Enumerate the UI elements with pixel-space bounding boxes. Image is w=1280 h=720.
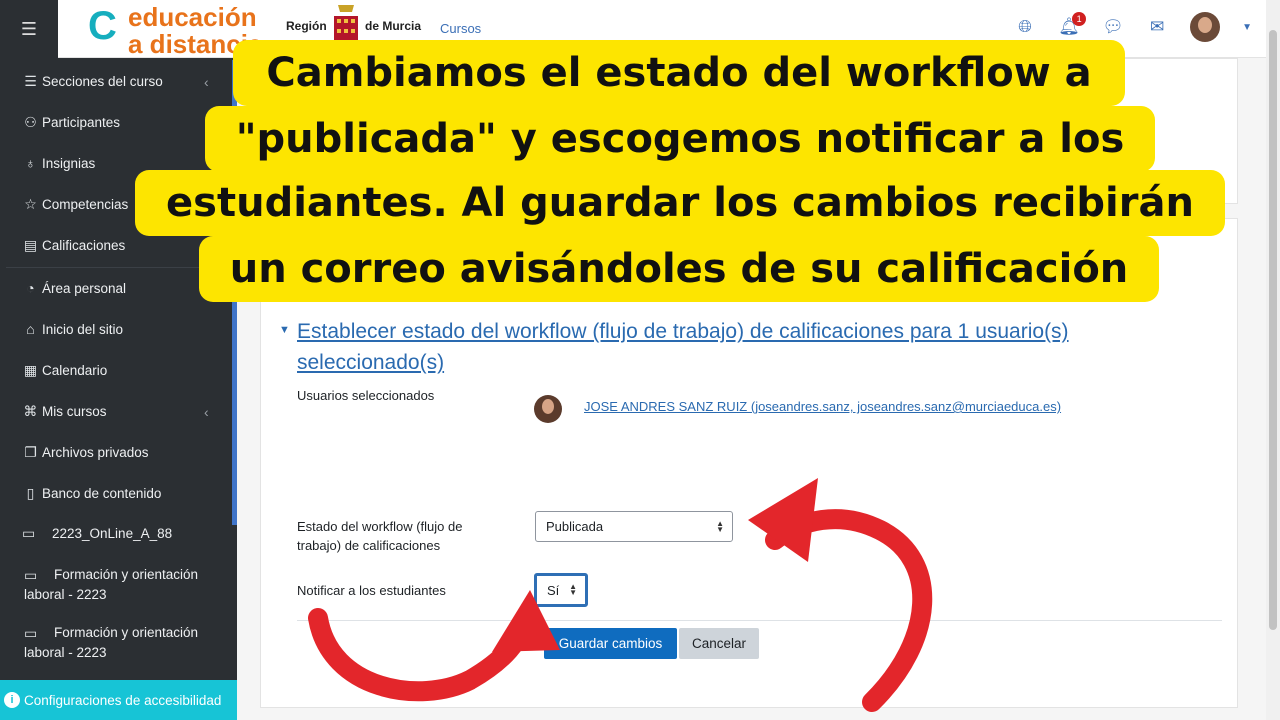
user-avatar (534, 395, 562, 423)
sidebar-item-label: 2223_OnLine_A_88 (52, 526, 173, 541)
logo-mark: C (88, 4, 117, 48)
sidebar-item-area-personal[interactable]: ◔ Área personal (22, 280, 126, 296)
badge-icon: ♁ (25, 155, 36, 171)
sidebar-item-calificaciones[interactable]: ▤ Calificaciones (22, 237, 125, 254)
grades-icon: ▤ (23, 237, 38, 253)
save-changes-button[interactable]: Guardar cambios (544, 628, 677, 659)
sidebar-item-banco[interactable]: ▯ Banco de contenido (22, 485, 162, 502)
sidebar-item-label: Participantes (42, 115, 121, 130)
sidebar-item-label: Inicio del sitio (42, 321, 124, 337)
sidebar-item-course-3[interactable]: ▭ Formación y orientación laboral - 2223 (24, 624, 198, 662)
sidebar-item-mis-cursos[interactable]: ⌘ Mis cursos ‹ (22, 403, 209, 420)
files-icon: ❐ (24, 444, 37, 460)
accessibility-settings-button[interactable]: i Configuraciones de accesibilidad (0, 680, 237, 720)
notify-students-value: Sí (547, 582, 560, 598)
sidebar-item-competencias[interactable]: ☆ Competencias (22, 196, 128, 213)
sidebar-item-label: Competencias (42, 197, 129, 212)
collapse-triangle-icon[interactable]: ▼ (279, 324, 290, 336)
region-text-right: de Murcia (365, 19, 422, 33)
sidebar-item-calendario[interactable]: ▦ Calendario (22, 362, 107, 379)
select-arrows-icon: ▲ ▼ (569, 582, 577, 597)
selected-user-link[interactable]: JOSE ANDRES SANZ RUIZ (joseandres.sanz, … (584, 399, 1061, 414)
sidebar-item-label: Formación y orientación (54, 625, 199, 640)
courses-icon: ⌘ (23, 403, 38, 419)
region-text-left: Región (286, 19, 327, 33)
selected-users-label: Usuarios seleccionados (297, 388, 435, 403)
page-scrollbar[interactable] (1266, 0, 1280, 720)
sidebar-item-course-2[interactable]: ▭ Formación y orientación laboral - 2223 (24, 566, 198, 604)
notify-students-select[interactable]: Sí ▲ ▼ (534, 573, 588, 607)
dashboard-icon: ◔ (26, 280, 35, 296)
scrollbar-thumb[interactable] (1269, 30, 1277, 630)
folder-icon: ▭ (22, 525, 36, 541)
sidebar-item-label-2: laboral - 2223 (24, 587, 107, 602)
avatar[interactable] (1190, 12, 1221, 42)
sidebar-item-participantes[interactable]: ⚇ Participantes (22, 114, 120, 131)
caption-line-4: un correo avisándoles de su calificación (199, 236, 1159, 302)
section-title[interactable]: Establecer estado del workflow (flujo de… (297, 316, 1177, 378)
user-menu-area: 🌐︎ 🔔︎ 1 💬︎ ✉ ▼ (1014, 12, 1252, 42)
workflow-state-select[interactable]: Publicada ▲ ▼ (535, 511, 733, 542)
caption-line-2: "publicada" y escogemos notificar a los (205, 106, 1155, 172)
sidebar-item-label: Archivos privados (42, 445, 149, 460)
region-shield-icon (334, 5, 358, 40)
sidebar-item-label: Insignias (42, 155, 96, 171)
hamburger-menu-icon[interactable]: ☰ (0, 0, 58, 58)
chevron-left-icon: ‹ (204, 403, 209, 420)
nav-link-cursos[interactable]: Cursos (440, 21, 481, 36)
sidebar-item-label-2: laboral - 2223 (24, 645, 107, 660)
content-bank-icon: ▯ (26, 485, 35, 501)
form-divider (297, 620, 1222, 621)
tutorial-caption: Cambiamos el estado del workflow a "publ… (135, 40, 1225, 320)
sidebar-item-label: Calendario (42, 363, 108, 378)
select-arrows-icon: ▲ ▼ (716, 518, 724, 534)
home-icon: ⌂ (26, 321, 35, 337)
caption-line-3: estudiantes. Al guardar los cambios reci… (135, 170, 1225, 236)
workflow-state-label: Estado del workflow (flujo de trabajo) d… (297, 519, 463, 553)
sidebar-item-archivos[interactable]: ❐ Archivos privados (22, 444, 149, 461)
sidebar-item-label: Área personal (42, 280, 127, 296)
accessibility-label: Configuraciones de accesibilidad (24, 692, 222, 708)
accessibility-icon: i (4, 692, 20, 708)
workflow-state-value: Publicada (546, 519, 604, 534)
bell-icon[interactable]: 🔔︎ 1 (1058, 12, 1087, 38)
sidebar-item-inicio-sitio[interactable]: ⌂ Inicio del sitio (22, 321, 123, 337)
caret-down-icon[interactable]: ▼ (1242, 22, 1252, 33)
star-icon: ☆ (24, 196, 37, 212)
sidebar-item-label: Banco de contenido (42, 486, 162, 501)
notify-students-label: Notificar a los estudiantes (297, 583, 446, 598)
sidebar-item-label: Calificaciones (42, 238, 126, 253)
sidebar-item-label: Formación y orientación (54, 567, 199, 582)
cancel-button[interactable]: Cancelar (679, 628, 759, 659)
sidebar-item-label: Mis cursos (42, 404, 107, 419)
sidebar-item-insignias[interactable]: ♁ Insignias (22, 155, 95, 171)
envelope-icon[interactable]: ✉ (1146, 16, 1168, 38)
users-icon: ⚇ (24, 114, 37, 130)
calendar-icon: ▦ (23, 362, 38, 378)
chat-icon[interactable]: 💬︎ (1102, 16, 1124, 38)
folder-icon: ▭ (24, 567, 38, 583)
caption-line-1: Cambiamos el estado del workflow a (233, 40, 1125, 106)
list-icon: ☰ (24, 73, 37, 89)
folder-icon: ▭ (24, 625, 38, 641)
app-root: ☰ ☰ Secciones del curso ‹ ⚇ Participante… (0, 0, 1280, 720)
notification-badge: 1 (1072, 12, 1087, 26)
sidebar-item-course-1[interactable]: ▭ 2223_OnLine_A_88 (22, 525, 172, 542)
globe-icon[interactable]: 🌐︎ (1014, 16, 1036, 38)
